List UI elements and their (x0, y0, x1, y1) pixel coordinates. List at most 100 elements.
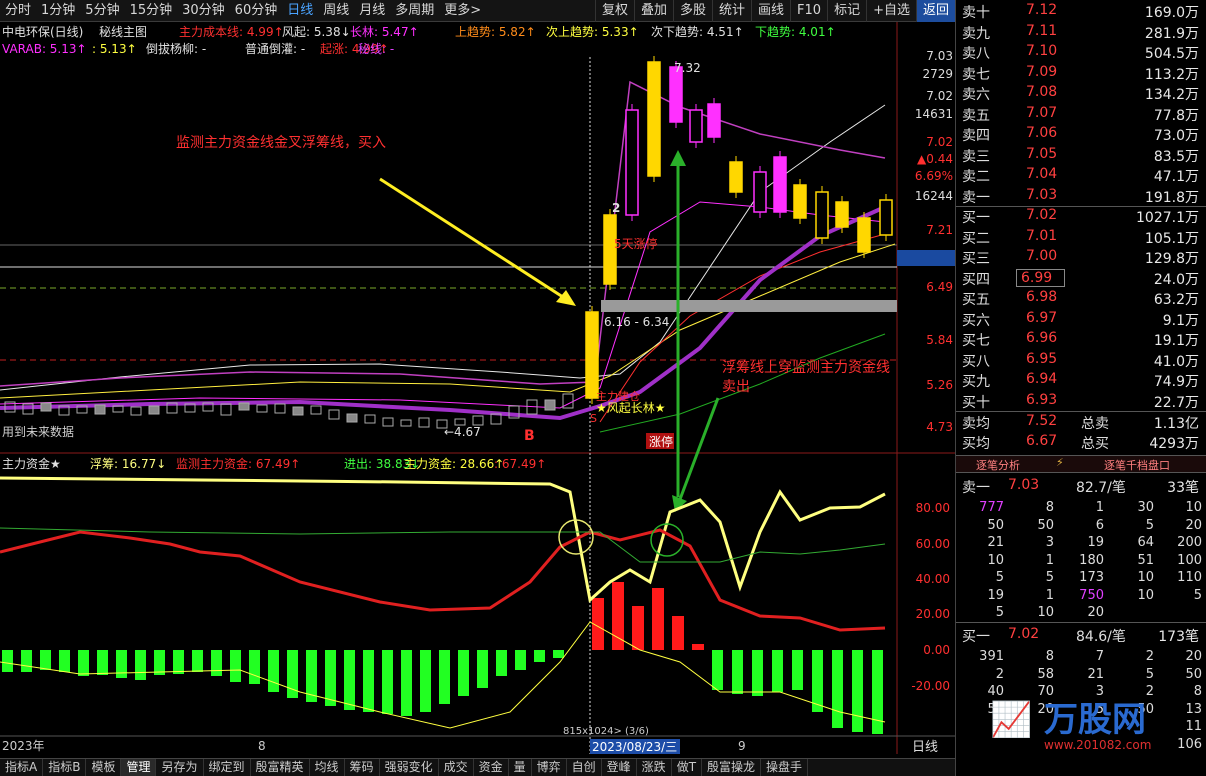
legend-row-1: 主力成本线: 4.99↑风起: 5.38↓ 长林: 5.47↑ 上趋势: 5.82↑… (179, 25, 836, 39)
chart-canvas[interactable]: 中电环保(日线) 秘线主图 主力成本线: 4.99↑风起: 5.38↓ 长林: 5… (0, 22, 955, 755)
tool-button-7[interactable]: +自选 (866, 0, 916, 22)
sell_grid-cell: 10 (1137, 570, 1154, 585)
ask-row-6: 卖四 7.06 73.0万 (956, 125, 1206, 146)
fund-bar-neg-0 (2, 650, 13, 672)
indicator-tab-8[interactable]: 筹码 (345, 759, 380, 776)
rally-candle-0 (585, 311, 599, 399)
sell_grid-cell: 50 (1037, 517, 1054, 533)
sell_grid-cell: 200 (1177, 535, 1202, 550)
bid-volume: 63.2万 (1153, 292, 1199, 308)
fund-bar-neg-23 (439, 650, 450, 704)
tool-buttons: 复权 叠加 多股 统计 画线 F10 标记 +自选 返回 (594, 0, 955, 22)
period-tab-3[interactable]: 15分钟 (125, 0, 178, 22)
buy_grid-cell: 391 (979, 649, 1004, 664)
period-tab-9[interactable]: 多周期 (390, 0, 439, 22)
tool-button-0[interactable]: 复权 (594, 0, 634, 22)
indicator-tab-3[interactable]: 管理 (121, 759, 157, 776)
indicator-tab-16[interactable]: 涨跌 (637, 759, 672, 776)
bid-label: 买一 (962, 210, 990, 226)
indicator-tab-7[interactable]: 均线 (310, 759, 345, 776)
candle-5 (94, 404, 106, 415)
indicator-tab-12[interactable]: 量 (509, 759, 532, 776)
chart-area[interactable]: 中电环保(日线) 秘线主图 主力成本线: 4.99↑ 风起: 5.38↓ 长林: 5… (0, 22, 955, 755)
period-tab-5[interactable]: 60分钟 (230, 0, 283, 22)
ask-price: 7.09 (1026, 63, 1058, 80)
tick-header-left[interactable]: 逐笔分析 (976, 457, 1020, 473)
sell_grid-cell: 10 (987, 552, 1004, 568)
indicator-tab-19[interactable]: 操盘手 (761, 759, 809, 776)
indicator-tab-0[interactable]: 指标A (0, 759, 44, 776)
indicator-tab-1[interactable]: 指标B (43, 759, 87, 776)
sub-legend-item-5: : 67.49↑ (494, 457, 546, 471)
price-axis-label-11: 5.84 (926, 333, 953, 347)
buy_grid-cell: 8 (1045, 649, 1054, 664)
fund-bar-neg2-2 (752, 650, 763, 696)
avg_buy-row: 买均 6.67 总买 4293万 (956, 433, 1206, 454)
fund-bar-neg-20 (382, 650, 393, 714)
breakout-label: 5天涨停 (614, 236, 658, 251)
tool-button-3[interactable]: 统计 (712, 0, 751, 22)
period-tab-7[interactable]: 周线 (318, 0, 354, 22)
sell_grid-cell: 173 (1079, 570, 1104, 585)
buy_grid-cell: 5 (1145, 666, 1154, 682)
tool-button-4[interactable]: 画线 (751, 0, 790, 22)
ask-volume: 77.8万 (1153, 107, 1199, 124)
tool-button-8[interactable]: 返回 (915, 0, 955, 22)
sell_grid-cell: 6 (1095, 517, 1104, 533)
rally-candle-12 (835, 201, 849, 228)
sub-legend-item-0: 主力资金★ (2, 456, 61, 471)
candle-30 (544, 399, 556, 411)
tool-button-6[interactable]: 标记 (827, 0, 866, 22)
ask-label: 卖二 (962, 169, 990, 185)
indicator-tab-11[interactable]: 资金 (474, 759, 509, 776)
fund-bar-neg-21 (401, 650, 412, 716)
buy1-count: 173笔 (1158, 629, 1199, 645)
fund-bar-pos-4 (672, 616, 684, 650)
fund-bar-neg-29 (553, 650, 564, 658)
sell_grid-cell: 777 (979, 500, 1004, 515)
indicator-tab-14[interactable]: 自创 (567, 759, 602, 776)
bid-price: 6.95 (1026, 350, 1058, 367)
period-tab-8[interactable]: 月线 (354, 0, 390, 22)
indicator-tab-5[interactable]: 绑定到 (204, 759, 251, 776)
price-axis-label-12: 5.26 (926, 378, 953, 392)
indicator-tab-9[interactable]: 强弱变化 (380, 759, 439, 776)
indicator-tab-13[interactable]: 博弈 (532, 759, 567, 776)
legend1-item-3: 上趋势: 5.82↑ (455, 25, 536, 39)
buy1-vol: 84.6/笔 (1076, 629, 1126, 645)
rally-candle-11 (815, 191, 829, 239)
fund-bar-neg-7 (135, 650, 146, 680)
period-tab-2[interactable]: 5分钟 (80, 0, 124, 22)
fund-bar-neg-26 (496, 650, 507, 676)
range-label: 6.16 - 6.34 (604, 315, 669, 329)
fund-bar-neg-10 (192, 650, 203, 672)
buy_grid-cell: 2 (995, 666, 1004, 682)
indicator-tab-15[interactable]: 登峰 (602, 759, 637, 776)
bid-row-2: 买三 7.00 129.8万 (956, 248, 1206, 269)
indicator-tab-10[interactable]: 成交 (439, 759, 474, 776)
indicator-tab-2[interactable]: 模板 (86, 759, 122, 776)
avg_buy-label: 买均 (962, 436, 990, 452)
ask-row-9: 卖一 7.03 191.8万 (956, 187, 1206, 208)
indicator-tab-4[interactable]: 另存为 (156, 759, 204, 776)
sub-axis-label-3: 20.00 (916, 607, 950, 621)
price-axis-label-5: ▲0.44 (917, 152, 953, 166)
tool-button-2[interactable]: 多股 (672, 0, 712, 22)
period-tab-10[interactable]: 更多> (439, 0, 486, 22)
period-tab-1[interactable]: 1分钟 (36, 0, 80, 22)
tick-header-right[interactable]: 逐笔千档盘口 (1104, 457, 1170, 473)
tool-button-5[interactable]: F10 (790, 0, 827, 22)
bid-row-3: 买四 6.99 24.0万 (956, 268, 1206, 290)
buy1-price: 7.02 (1008, 626, 1040, 642)
avg_sell-total: 1.13亿 (1153, 416, 1199, 432)
indicator-tab-6[interactable]: 殷富精英 (251, 759, 310, 776)
period-tab-6[interactable]: 日线 (282, 0, 318, 22)
indicator-tab-18[interactable]: 殷富操龙 (702, 759, 762, 776)
ask-price: 7.08 (1026, 84, 1058, 100)
indicator-tab-17[interactable]: 做T (672, 759, 703, 776)
tool-button-1[interactable]: 叠加 (633, 0, 673, 22)
ask-volume: 504.5万 (1144, 46, 1199, 62)
period-tab-4[interactable]: 30分钟 (177, 0, 230, 22)
legend2-item-3: 普通倒灌: - (245, 42, 305, 56)
period-tab-0[interactable]: 分时 (0, 0, 36, 22)
